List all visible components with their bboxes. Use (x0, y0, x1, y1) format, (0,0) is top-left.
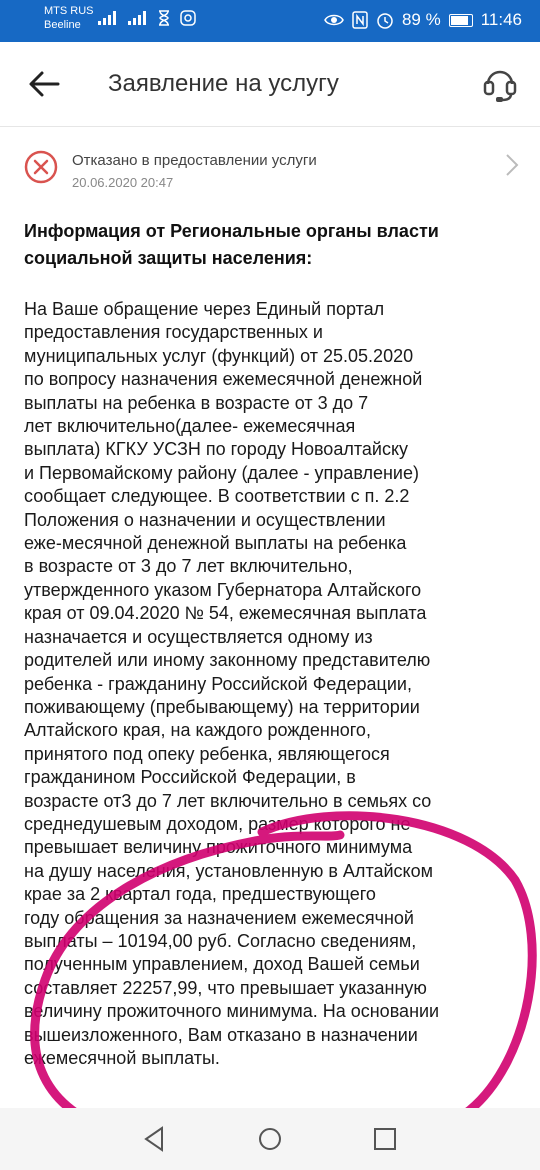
info-line: На Ваше обращение через Единый портал (24, 299, 385, 319)
info-content: Информация от Региональные органы власти… (24, 210, 522, 1070)
status-date: 20.06.2020 20:47 (72, 175, 174, 190)
info-line: вышеизложенного, Вам отказано в назначен… (24, 1024, 418, 1045)
eye-icon (324, 14, 344, 26)
info-line: в возрасте от 3 до 7 лет включительно, (24, 556, 353, 577)
signal-icons (98, 10, 196, 26)
battery-percent: 89 % (401, 10, 441, 29)
info-line: полученным управлением, доход Вашей семь… (24, 954, 420, 975)
arrow-left-icon[interactable] (26, 68, 62, 100)
info-line: утвержденного указом Губернатора Алтайск… (24, 579, 422, 600)
nav-recent-icon[interactable] (370, 1124, 400, 1154)
error-circle-icon (24, 150, 58, 184)
info-heading: Информация от Региональные органы власти… (24, 221, 439, 268)
info-line: выплата) КГКУ УСЗН по городу Новоалтайск… (24, 439, 409, 460)
info-line: принятого под опеку ребенка, являющегося (24, 743, 390, 764)
service-status-row[interactable]: Отказано в предоставлении услуги 20.06.2… (0, 126, 540, 198)
info-line: году обращения за назначением ежемесячно… (24, 907, 414, 928)
info-line: величину прожиточного минимума. На основ… (24, 1001, 440, 1022)
clock: 11:46 (480, 10, 522, 29)
status-text: Отказано в предоставлении услуги (72, 152, 317, 169)
signal-icon (98, 11, 116, 25)
status-bar: MTS RUS Beeline 89 % 11:46 (0, 0, 540, 42)
system-nav-bar (0, 1108, 540, 1170)
alarm-icon (377, 13, 393, 29)
info-line: выплаты на ребенка в возрасте от 3 до 7 (24, 392, 369, 413)
carrier-2: Beeline (44, 19, 81, 31)
info-body: На Ваше обращение через Единый портал пре… (24, 298, 522, 1070)
info-line: назначается и осуществляется одному из (24, 626, 373, 647)
headset-icon[interactable] (482, 64, 518, 104)
info-line: края от 09.04.2020 № 54, ежемесячная вып… (24, 603, 427, 624)
hourglass-icon (159, 10, 169, 26)
info-line: гражданином Российской Федерации, в (24, 767, 356, 788)
status-right: 89 % 11:46 (324, 10, 522, 30)
info-line: крае за 2 квартал года, предшествующего (24, 884, 376, 905)
info-line: Положения о назначении и осуществлении (24, 509, 386, 530)
info-line: и Первомайскому району (далее - управлен… (24, 462, 419, 483)
info-line: сообщает следующее. В соответствии с п. … (24, 486, 410, 507)
nav-home-icon[interactable] (255, 1124, 285, 1154)
info-line: Алтайского края, на каждого рожденного, (24, 720, 371, 741)
info-line: на душу населения, установленную в Алтай… (24, 860, 434, 881)
page-title: Заявление на услугу (108, 70, 339, 97)
info-line: родителей или иному законному представит… (24, 650, 431, 671)
info-line: ребенка - гражданину Российской Федераци… (24, 673, 412, 694)
nav-back-icon[interactable] (140, 1124, 170, 1154)
camera-icon (180, 10, 196, 26)
info-line: превышает величину прожиточного минимума (24, 837, 413, 858)
carrier-info: MTS RUS Beeline (44, 4, 94, 32)
info-line: еже-месячной денежной выплаты на ребенка (24, 533, 407, 554)
nfc-icon (352, 11, 368, 29)
info-line: по вопросу назначения ежемесячной денежн… (24, 369, 423, 390)
info-line: выплаты – 10194,00 руб. Согласно сведени… (24, 930, 417, 951)
info-line: лет включительно(далее- ежемесячная (24, 416, 356, 437)
info-line: возрасте от3 до 7 лет включительно в сем… (24, 790, 432, 811)
chevron-right-icon[interactable] (504, 152, 520, 178)
info-line: поживающему (пребывающему) на территории (24, 696, 420, 717)
battery-icon (448, 13, 473, 27)
info-line: муниципальных услуг (функций) от 25.05.2… (24, 345, 414, 366)
carrier-1: MTS RUS (44, 5, 94, 17)
app-bar: Заявление на услугу (0, 42, 540, 127)
info-line: составляет 22257,99, что превышает указа… (24, 977, 427, 998)
info-line: ежемесячной выплаты. (24, 1048, 220, 1068)
info-line: среднедушевым доходом, размер которого н… (24, 813, 411, 834)
signal-icon-2 (128, 11, 146, 25)
info-line: предоставления государственных и (24, 322, 323, 343)
